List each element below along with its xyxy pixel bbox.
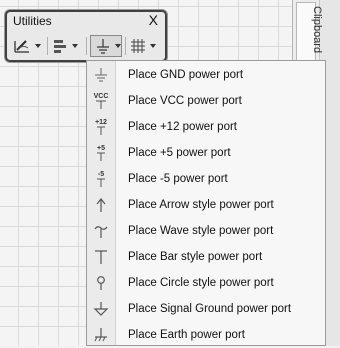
drawing-tools-icon xyxy=(13,38,31,54)
power-port-icon xyxy=(95,38,111,54)
toolbar-separator xyxy=(86,37,87,55)
vcc-power-port-icon: VCC xyxy=(87,88,115,114)
close-icon[interactable]: X xyxy=(149,12,158,28)
alignment-button[interactable] xyxy=(52,35,84,57)
menu-item-label: Place VCC power port xyxy=(128,95,242,107)
menu-item-label: Place Signal Ground power port xyxy=(128,303,292,315)
toolbar-separator xyxy=(47,37,48,55)
menu-item-bar[interactable]: Place Bar style power port xyxy=(87,244,325,270)
menu-item-gnd[interactable]: Place GND power port xyxy=(87,62,325,88)
grid-icon xyxy=(130,38,146,54)
wave-power-port-icon xyxy=(87,218,115,244)
menu-item-wave[interactable]: Place Wave style power port xyxy=(87,218,325,244)
circle-power-port-icon xyxy=(87,270,115,296)
utilities-toolbar: Utilities X xyxy=(5,10,167,62)
menu-item-label: Place Earth power port xyxy=(128,329,245,341)
chevron-down-icon xyxy=(35,44,41,48)
menu-item-label: Place +5 power port xyxy=(128,147,231,159)
bar-power-port-icon xyxy=(87,244,115,270)
plus5-power-port-icon: +5 xyxy=(87,140,115,166)
menu-item-plus5[interactable]: +5 Place +5 power port xyxy=(87,140,325,166)
toolbar-title: Utilities xyxy=(13,14,52,28)
menu-item-label: Place GND power port xyxy=(128,69,244,81)
menu-item-minus5[interactable]: -5 Place -5 power port xyxy=(87,166,325,192)
menu-item-label: Place Wave style power port xyxy=(128,225,274,237)
menu-item-earth[interactable]: Place Earth power port xyxy=(87,322,325,348)
signal-ground-power-port-icon xyxy=(87,296,115,322)
menu-item-signal-ground[interactable]: Place Signal Ground power port xyxy=(87,296,325,322)
gnd-power-port-icon xyxy=(87,62,115,88)
icon-caption: -5 xyxy=(97,171,105,178)
grid-button[interactable] xyxy=(130,35,162,57)
menu-item-label: Place -5 power port xyxy=(128,173,228,185)
power-port-button[interactable] xyxy=(90,35,122,57)
icon-caption: VCC xyxy=(93,93,109,100)
chevron-down-icon xyxy=(150,44,156,48)
menu-item-arrow[interactable]: Place Arrow style power port xyxy=(87,192,325,218)
menu-item-circle[interactable]: Place Circle style power port xyxy=(87,270,325,296)
chevron-down-icon xyxy=(115,44,121,48)
power-port-menu: Place GND power port VCC Place VCC power… xyxy=(86,60,326,346)
toolbar-separator xyxy=(125,37,126,55)
menu-item-plus12[interactable]: +12 Place +12 power port xyxy=(87,114,325,140)
icon-caption: +5 xyxy=(97,145,105,152)
earth-power-port-icon xyxy=(87,322,115,348)
menu-item-label: Place Bar style power port xyxy=(128,251,263,263)
drawing-tools-button[interactable] xyxy=(13,35,47,57)
arrow-power-port-icon xyxy=(87,192,115,218)
alignment-icon xyxy=(52,38,68,54)
menu-item-label: Place Arrow style power port xyxy=(128,199,274,211)
menu-item-vcc[interactable]: VCC Place VCC power port xyxy=(87,88,325,114)
chevron-down-icon xyxy=(72,44,78,48)
side-tab-clipboard[interactable]: Clipboard xyxy=(311,6,323,53)
minus5-power-port-icon: -5 xyxy=(87,166,115,192)
toolbar-button-row xyxy=(13,35,161,57)
plus12-power-port-icon: +12 xyxy=(87,114,115,140)
menu-item-label: Place Circle style power port xyxy=(128,277,274,289)
icon-caption: +12 xyxy=(95,119,107,126)
menu-item-label: Place +12 power port xyxy=(128,121,237,133)
